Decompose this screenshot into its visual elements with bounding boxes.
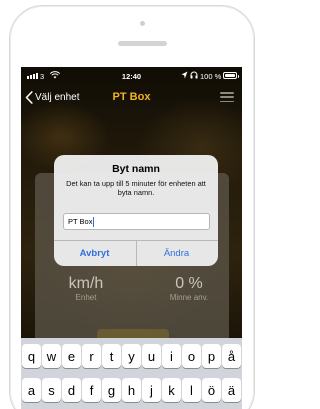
headphones-icon (190, 71, 198, 79)
stat-memory-value: 0 % (175, 275, 203, 292)
key-o-umlaut[interactable]: ö (202, 378, 221, 402)
text-cursor (93, 216, 95, 227)
key-h[interactable]: h (122, 378, 141, 402)
battery-icon (223, 72, 239, 79)
key-s[interactable]: s (42, 378, 61, 402)
navigation-bar: Välj enhet PT Box (21, 87, 242, 107)
key-i[interactable]: i (162, 344, 181, 368)
location-arrow-icon (181, 71, 188, 79)
key-f[interactable]: f (82, 378, 101, 402)
key-r[interactable]: r (82, 344, 101, 368)
earpiece-speaker (118, 41, 167, 46)
onscreen-keyboard: q w e r t y u i o p å a s d f g h j k l … (21, 338, 242, 409)
key-y[interactable]: y (122, 344, 141, 368)
stat-unit-value: km/h (68, 275, 104, 292)
key-w[interactable]: w (42, 344, 61, 368)
key-u[interactable]: u (142, 344, 161, 368)
key-p[interactable]: p (202, 344, 221, 368)
key-o[interactable]: o (182, 344, 201, 368)
front-camera (140, 21, 145, 26)
status-bar: 3 12:40 100 % (21, 67, 242, 87)
rename-alert-dialog: Byt namn Det kan ta upp till 5 minuter f… (54, 155, 218, 266)
page-title: PT Box (112, 91, 151, 103)
key-q[interactable]: q (22, 344, 41, 368)
key-a[interactable]: a (22, 378, 41, 402)
stat-memory-label: Minne anv. (169, 293, 209, 302)
app-screen: 3 12:40 100 % Välj enhet PT Box km/h Enh… (21, 67, 242, 409)
key-d[interactable]: d (62, 378, 81, 402)
key-a-umlaut[interactable]: ä (222, 378, 241, 402)
device-name-input-value: PT Box (68, 217, 93, 226)
change-button[interactable]: Ändra (136, 241, 217, 266)
key-k[interactable]: k (162, 378, 181, 402)
alert-title: Byt namn (112, 163, 160, 175)
keyboard-row-2: a s d f g h j k l ö ä (21, 378, 242, 402)
alert-message: Det kan ta upp till 5 minuter för enhete… (66, 179, 206, 197)
hamburger-menu-icon[interactable] (220, 92, 234, 102)
key-a-ring[interactable]: å (222, 344, 241, 368)
key-e[interactable]: e (62, 344, 81, 368)
key-g[interactable]: g (102, 378, 121, 402)
key-j[interactable]: j (142, 378, 161, 402)
cancel-button[interactable]: Avbryt (54, 241, 135, 266)
key-l[interactable]: l (182, 378, 201, 402)
battery-percentage: 100 % (200, 72, 222, 81)
key-t[interactable]: t (102, 344, 121, 368)
stat-unit-label: Enhet (75, 293, 97, 302)
device-name-input[interactable]: PT Box (63, 213, 210, 230)
keyboard-row-1: q w e r t y u i o p å (21, 344, 242, 368)
